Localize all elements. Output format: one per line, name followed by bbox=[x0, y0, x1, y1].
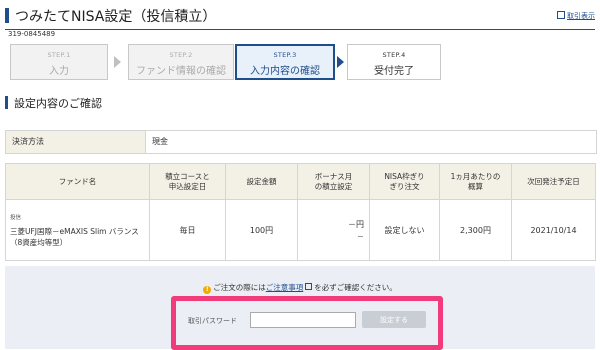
step-3-label: 入力内容の確認 bbox=[250, 66, 320, 77]
col-header-nisa: NISA枠ぎり ぎり注文 bbox=[369, 163, 440, 200]
fund-name: 三菱UFJ国際－eMAXIS Slim バランス（8資産均等型） bbox=[10, 226, 139, 247]
step-indicator: STEP.1 入力 STEP.2 ファンド情報の確認 STEP.3 入力内容の確… bbox=[10, 44, 441, 80]
col-header-next-date: 次回発注予定日 bbox=[511, 163, 596, 200]
step-4-label: 受付完了 bbox=[374, 66, 414, 77]
col-header-course: 積立コースと 申込設定日 bbox=[149, 163, 226, 200]
step-arrow-icon bbox=[114, 56, 121, 68]
col-header-bonus: ボーナス月 の積立設定 bbox=[297, 163, 370, 200]
step-3-current: STEP.3 入力内容の確認 bbox=[235, 44, 335, 80]
caution-notice: ! ご注文の際にはご注意事項 を必ずご確認ください。 bbox=[5, 282, 595, 294]
confirm-panel: ! ご注文の際にはご注意事項 を必ずご確認ください。 取引パスワード 設定する bbox=[5, 266, 595, 350]
next-date-cell: 2021/10/14 bbox=[511, 199, 596, 261]
col-header-amount: 設定金額 bbox=[225, 163, 298, 200]
step-2-label: ファンド情報の確認 bbox=[136, 66, 226, 77]
step-4-number: STEP.4 bbox=[382, 51, 406, 59]
warning-icon: ! bbox=[203, 286, 212, 294]
step-4: STEP.4 受付完了 bbox=[347, 44, 441, 80]
col-header-monthly: 1ヵ月あたりの 概算 bbox=[439, 163, 512, 200]
print-link[interactable]: 取引表示 bbox=[557, 11, 595, 21]
table-row: 投信 三菱UFJ国際－eMAXIS Slim バランス（8資産均等型） 毎日 1… bbox=[5, 199, 596, 261]
fund-settings-table: ファンド名 積立コースと 申込設定日 設定金額 ボーナス月 の積立設定 NISA… bbox=[5, 163, 596, 261]
bonus-amount: －円 bbox=[348, 219, 364, 229]
section-title: 設定内容のご確認 bbox=[14, 97, 102, 110]
title-divider bbox=[5, 29, 595, 30]
step-3-number: STEP.3 bbox=[273, 51, 297, 59]
step-1: STEP.1 入力 bbox=[10, 44, 108, 80]
step-2: STEP.2 ファンド情報の確認 bbox=[128, 44, 234, 80]
payment-method-label: 決済方法 bbox=[6, 131, 146, 153]
password-input[interactable] bbox=[250, 312, 356, 328]
account-number: 319-0845489 bbox=[8, 30, 56, 38]
notice-text-before: ご注文の際には bbox=[213, 283, 266, 292]
print-icon bbox=[557, 11, 565, 19]
col-header-fund: ファンド名 bbox=[5, 163, 150, 200]
amount-cell: 100円 bbox=[225, 199, 298, 261]
fund-cell: 投信 三菱UFJ国際－eMAXIS Slim バランス（8資産均等型） bbox=[5, 199, 150, 261]
bonus-cell: －円 － bbox=[297, 199, 370, 261]
submit-button[interactable]: 設定する bbox=[362, 311, 426, 328]
table-header-row: ファンド名 積立コースと 申込設定日 設定金額 ボーナス月 の積立設定 NISA… bbox=[5, 163, 596, 200]
print-link-label: 取引表示 bbox=[567, 12, 595, 20]
course-cell: 毎日 bbox=[149, 199, 226, 261]
payment-method-row: 決済方法 現金 bbox=[5, 130, 597, 154]
password-label: 取引パスワード bbox=[188, 317, 237, 325]
step-1-number: STEP.1 bbox=[47, 51, 71, 59]
popup-icon bbox=[305, 283, 313, 290]
step-1-label: 入力 bbox=[49, 66, 69, 77]
section-accent-bar bbox=[5, 96, 8, 109]
monthly-cell: 2,300円 bbox=[439, 199, 512, 261]
step-arrow-icon bbox=[337, 56, 344, 68]
step-2-number: STEP.2 bbox=[169, 51, 193, 59]
title-accent-bar bbox=[5, 8, 9, 23]
page-header: つみたてNISA設定（投信積立） 取引表示 bbox=[5, 6, 595, 28]
password-highlight-box: 取引パスワード 設定する bbox=[171, 296, 443, 350]
fund-type-tag: 投信 bbox=[10, 214, 22, 221]
payment-method-value: 現金 bbox=[152, 137, 168, 146]
notice-text-after: を必ずご確認ください。 bbox=[314, 283, 397, 292]
caution-link[interactable]: ご注意事項 bbox=[266, 283, 304, 292]
nisa-cell: 設定しない bbox=[369, 199, 440, 261]
bonus-month: － bbox=[357, 232, 364, 241]
page-title: つみたてNISA設定（投信積立） bbox=[15, 9, 217, 25]
